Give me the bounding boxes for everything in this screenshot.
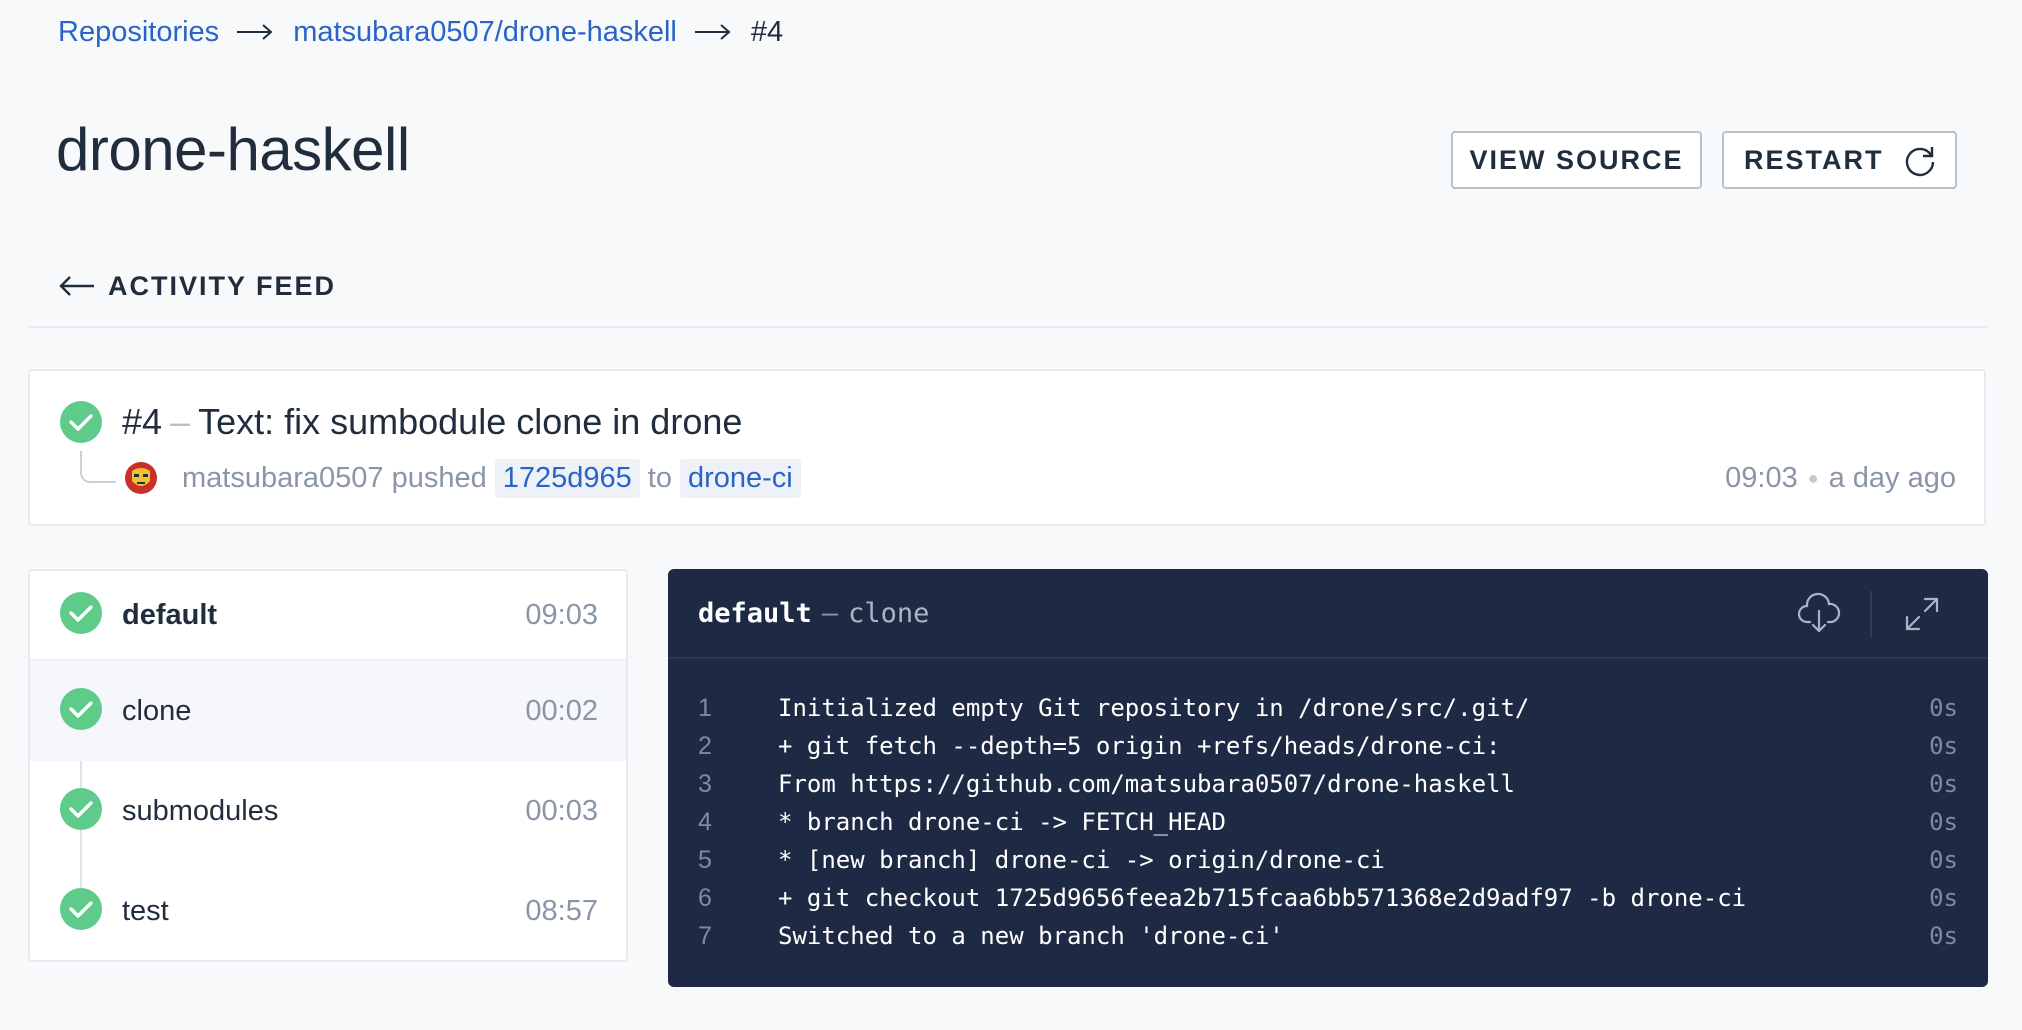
log-line: 1 Initialized empty Git repository in /d… xyxy=(668,689,1988,727)
log-text: + git checkout 1725d9656feea2b715fcaa6bb… xyxy=(778,884,1747,912)
divider xyxy=(28,326,1988,328)
build-action: pushed xyxy=(391,461,487,494)
step-time: 08:57 xyxy=(525,894,598,927)
restart-icon xyxy=(1903,145,1937,186)
line-number: 3 xyxy=(698,769,712,798)
step-time: 09:03 xyxy=(525,598,598,631)
expand-icon[interactable] xyxy=(1899,591,1945,642)
log-text: + git fetch --depth=5 origin +refs/heads… xyxy=(778,732,1501,760)
log-line: 7 Switched to a new branch 'drone-ci' 0s xyxy=(668,917,1988,955)
step-name: test xyxy=(122,894,169,927)
log-title: default – clone xyxy=(698,593,929,635)
build-number: #4 xyxy=(122,401,163,442)
log-header-divider xyxy=(1870,591,1872,637)
log-line: 2 + git fetch --depth=5 origin +refs/hea… xyxy=(668,727,1988,765)
breadcrumb-repositories-link[interactable]: Repositories xyxy=(58,16,219,49)
page-title: drone-haskell xyxy=(56,116,410,183)
log-duration: 0s xyxy=(1929,694,1958,722)
step-time: 00:03 xyxy=(525,794,598,827)
dot-separator: ● xyxy=(1807,467,1819,488)
view-source-label: VIEW SOURCE xyxy=(1469,144,1684,175)
log-duration: 0s xyxy=(1929,732,1958,760)
log-line: 6 + git checkout 1725d9656feea2b715fcaa6… xyxy=(668,879,1988,917)
step-name: submodules xyxy=(122,794,279,827)
log-line: 3 From https://github.com/matsubara0507/… xyxy=(668,765,1988,803)
arrow-right-icon xyxy=(694,22,733,42)
build-message: Text: fix sumbodule clone in drone xyxy=(198,401,743,442)
check-circle-icon xyxy=(60,787,102,835)
breadcrumb-repo-link[interactable]: matsubara0507/drone-haskell xyxy=(293,16,677,49)
step-test[interactable]: test 08:57 xyxy=(30,861,626,960)
view-source-button[interactable]: VIEW SOURCE xyxy=(1451,131,1702,189)
step-name: default xyxy=(122,598,218,631)
build-to: to xyxy=(647,461,672,494)
log-line: 5 * [new branch] drone-ci -> origin/dron… xyxy=(668,841,1988,879)
build-title: #4– Text: fix sumbodule clone in drone xyxy=(122,399,742,445)
breadcrumb-current: #4 xyxy=(750,15,784,48)
steps-panel: default 09:03 clone 00:02 submodules 00:… xyxy=(28,569,628,962)
log-duration: 0s xyxy=(1929,846,1958,874)
log-title-dash: – xyxy=(821,598,839,629)
build-ago: a day ago xyxy=(1828,461,1956,494)
build-card: #4– Text: fix sumbodule clone in drone ma… xyxy=(28,369,1986,526)
log-duration: 0s xyxy=(1929,770,1958,798)
line-number: 4 xyxy=(698,807,712,836)
log-body: 1 Initialized empty Git repository in /d… xyxy=(668,689,1988,955)
log-duration: 0s xyxy=(1929,922,1958,950)
check-circle-icon xyxy=(60,591,102,639)
build-meta: matsubara0507 pushed 1725d965 to drone-c… xyxy=(124,457,809,499)
log-line: 4 * branch drone-ci -> FETCH_HEAD 0s xyxy=(668,803,1988,841)
log-step: clone xyxy=(848,598,930,629)
log-text: * [new branch] drone-ci -> origin/drone-… xyxy=(778,846,1385,874)
step-time: 00:02 xyxy=(525,694,598,727)
activity-feed-link[interactable]: ACTIVITY FEED xyxy=(58,265,336,307)
arrow-right-icon xyxy=(237,22,275,42)
log-panel: default – clone 1 Initialized empty Git re… xyxy=(668,569,1988,987)
log-text: From https://github.com/matsubara0507/dr… xyxy=(778,770,1515,798)
step-name: clone xyxy=(122,694,192,727)
restart-button[interactable]: RESTART xyxy=(1722,131,1957,189)
restart-label: RESTART xyxy=(1744,144,1884,175)
log-text: Initialized empty Git repository in /dro… xyxy=(778,694,1530,722)
arrow-left-icon xyxy=(59,276,94,296)
check-circle-icon xyxy=(60,887,102,935)
build-clock: 09:03 xyxy=(1725,461,1798,494)
log-header: default – clone xyxy=(668,569,1988,659)
log-duration: 0s xyxy=(1929,884,1958,912)
step-submodules[interactable]: submodules 00:03 xyxy=(30,761,626,861)
commit-link[interactable]: 1725d965 xyxy=(494,458,640,498)
log-text: Switched to a new branch 'drone-ci' xyxy=(778,922,1284,950)
build-time: 09:03 ● a day ago xyxy=(1725,457,1956,499)
step-clone[interactable]: clone 00:02 xyxy=(30,661,626,761)
avatar xyxy=(124,461,158,495)
line-number: 1 xyxy=(698,693,712,722)
line-number: 2 xyxy=(698,731,712,760)
cloud-download-icon[interactable] xyxy=(1796,591,1842,642)
line-number: 7 xyxy=(698,921,712,950)
log-text: * branch drone-ci -> FETCH_HEAD xyxy=(778,808,1226,836)
branch-link[interactable]: drone-ci xyxy=(679,458,801,498)
activity-feed-label: ACTIVITY FEED xyxy=(108,270,337,301)
check-circle-icon xyxy=(60,401,102,448)
breadcrumb: Repositories matsubara0507/drone-haskell… xyxy=(58,12,783,52)
tree-connector xyxy=(80,451,116,483)
log-duration: 0s xyxy=(1929,808,1958,836)
step-default[interactable]: default 09:03 xyxy=(30,571,626,661)
check-circle-icon xyxy=(60,687,102,735)
build-author: matsubara0507 xyxy=(182,461,384,494)
line-number: 5 xyxy=(698,845,712,874)
build-title-dash: – xyxy=(170,401,191,442)
line-number: 6 xyxy=(698,883,712,912)
log-stage: default xyxy=(698,598,812,629)
